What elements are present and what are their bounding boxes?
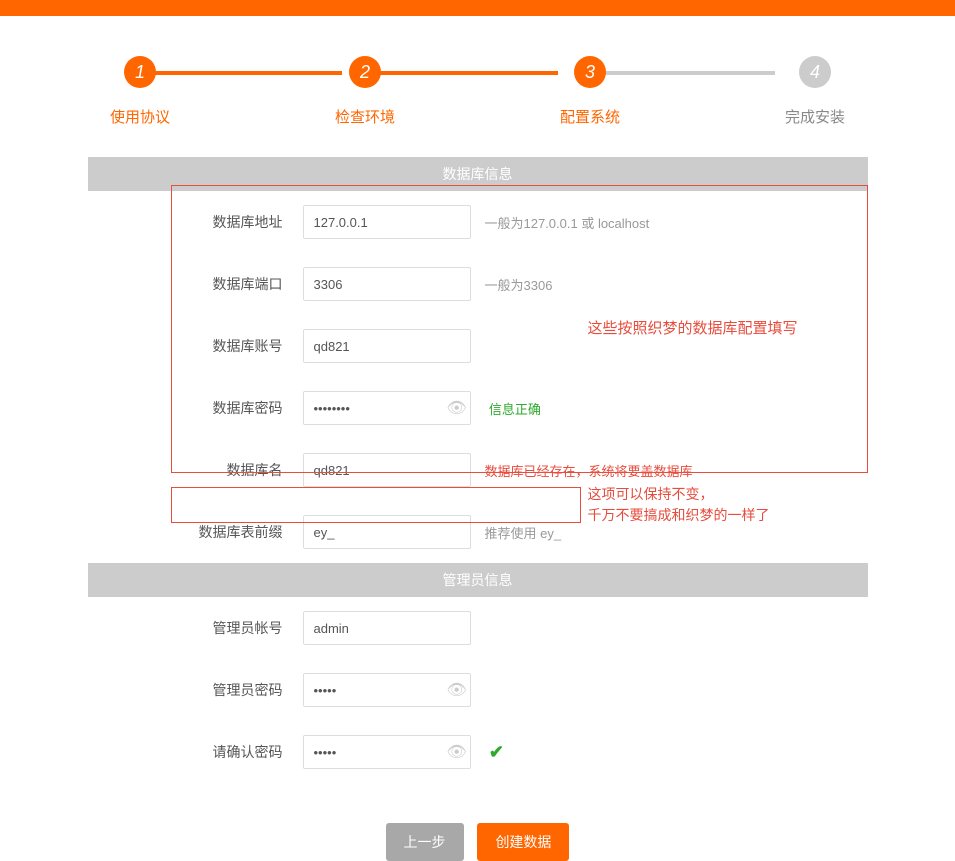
step-environment: 2 检查环境 [335, 56, 395, 127]
label-db-name: 数据库名 [88, 460, 303, 480]
input-db-name[interactable] [303, 453, 471, 487]
input-db-pass[interactable] [303, 391, 471, 425]
step-configure: 3 配置系统 [560, 56, 620, 127]
row-db-port: 数据库端口 一般为3306 [88, 253, 868, 315]
step-circle-1: 1 [124, 56, 156, 88]
input-admin-confirm[interactable] [303, 735, 471, 769]
main-container: 1 使用协议 2 检查环境 3 配置系统 4 完成安装 数据库信息 这些按照织梦… [0, 16, 955, 861]
step-circle-2: 2 [349, 56, 381, 88]
step-agreement: 1 使用协议 [110, 56, 170, 127]
db-fields-wrapper: 这些按照织梦的数据库配置填写 这项可以保持不变， 千万不要搞成和织梦的一样了 数… [88, 191, 868, 563]
hint-db-host: 一般为127.0.0.1 或 localhost [473, 213, 650, 232]
check-icon: ✔ [489, 742, 504, 763]
row-admin-confirm: 请确认密码 👁 ✔ [88, 721, 868, 783]
stepper-line-1 [142, 71, 342, 75]
step-label-1: 使用协议 [110, 106, 170, 127]
label-db-prefix: 数据库表前缀 [88, 522, 303, 542]
step-finish: 4 完成安装 [785, 56, 845, 127]
label-admin-user: 管理员帐号 [88, 618, 303, 638]
step-label-2: 检查环境 [335, 106, 395, 127]
row-admin-user: 管理员帐号 [88, 597, 868, 659]
input-db-host[interactable] [303, 205, 471, 239]
label-db-host: 数据库地址 [88, 212, 303, 232]
button-row: 上一步 创建数据 [0, 803, 955, 861]
input-db-port[interactable] [303, 267, 471, 301]
row-db-pass: 数据库密码 👁 信息正确 [88, 377, 868, 439]
step-label-4: 完成安装 [785, 106, 845, 127]
section-header-admin: 管理员信息 [88, 563, 868, 597]
input-admin-user[interactable] [303, 611, 471, 645]
step-label-3: 配置系统 [560, 106, 620, 127]
step-circle-3: 3 [574, 56, 606, 88]
label-db-port: 数据库端口 [88, 274, 303, 294]
row-db-host: 数据库地址 一般为127.0.0.1 或 localhost [88, 191, 868, 253]
input-db-user[interactable] [303, 329, 471, 363]
annotation-prefix-line1: 这项可以保持不变， [588, 486, 714, 502]
label-db-pass: 数据库密码 [88, 398, 303, 418]
hint-db-prefix: 推荐使用 ey_ [473, 523, 562, 542]
hint-db-port: 一般为3306 [473, 275, 553, 294]
label-admin-pass: 管理员密码 [88, 680, 303, 700]
section-header-database: 数据库信息 [88, 157, 868, 191]
input-admin-pass[interactable] [303, 673, 471, 707]
install-stepper: 1 使用协议 2 检查环境 3 配置系统 4 完成安装 [0, 16, 955, 157]
hint-db-pass: 信息正确 [477, 399, 541, 418]
prev-button[interactable]: 上一步 [386, 823, 464, 861]
eye-icon[interactable]: 👁 [447, 398, 467, 418]
step-circle-4: 4 [799, 56, 831, 88]
form-area: 数据库信息 这些按照织梦的数据库配置填写 这项可以保持不变， 千万不要搞成和织梦… [88, 157, 868, 783]
input-db-prefix[interactable] [303, 515, 471, 549]
create-data-button[interactable]: 创建数据 [477, 823, 569, 861]
hint-db-name: 数据库已经存在，系统将要盖数据库 [473, 461, 693, 480]
eye-icon[interactable]: 👁 [447, 680, 467, 700]
row-admin-pass: 管理员密码 👁 [88, 659, 868, 721]
label-db-user: 数据库账号 [88, 336, 303, 356]
annotation-text-db: 这些按照织梦的数据库配置填写 [588, 317, 798, 338]
annotation-text-prefix: 这项可以保持不变， 千万不要搞成和织梦的一样了 [588, 484, 770, 526]
annotation-prefix-line2: 千万不要搞成和织梦的一样了 [588, 507, 770, 523]
eye-icon[interactable]: 👁 [447, 742, 467, 762]
label-admin-confirm: 请确认密码 [88, 742, 303, 762]
top-orange-bar [0, 0, 955, 16]
